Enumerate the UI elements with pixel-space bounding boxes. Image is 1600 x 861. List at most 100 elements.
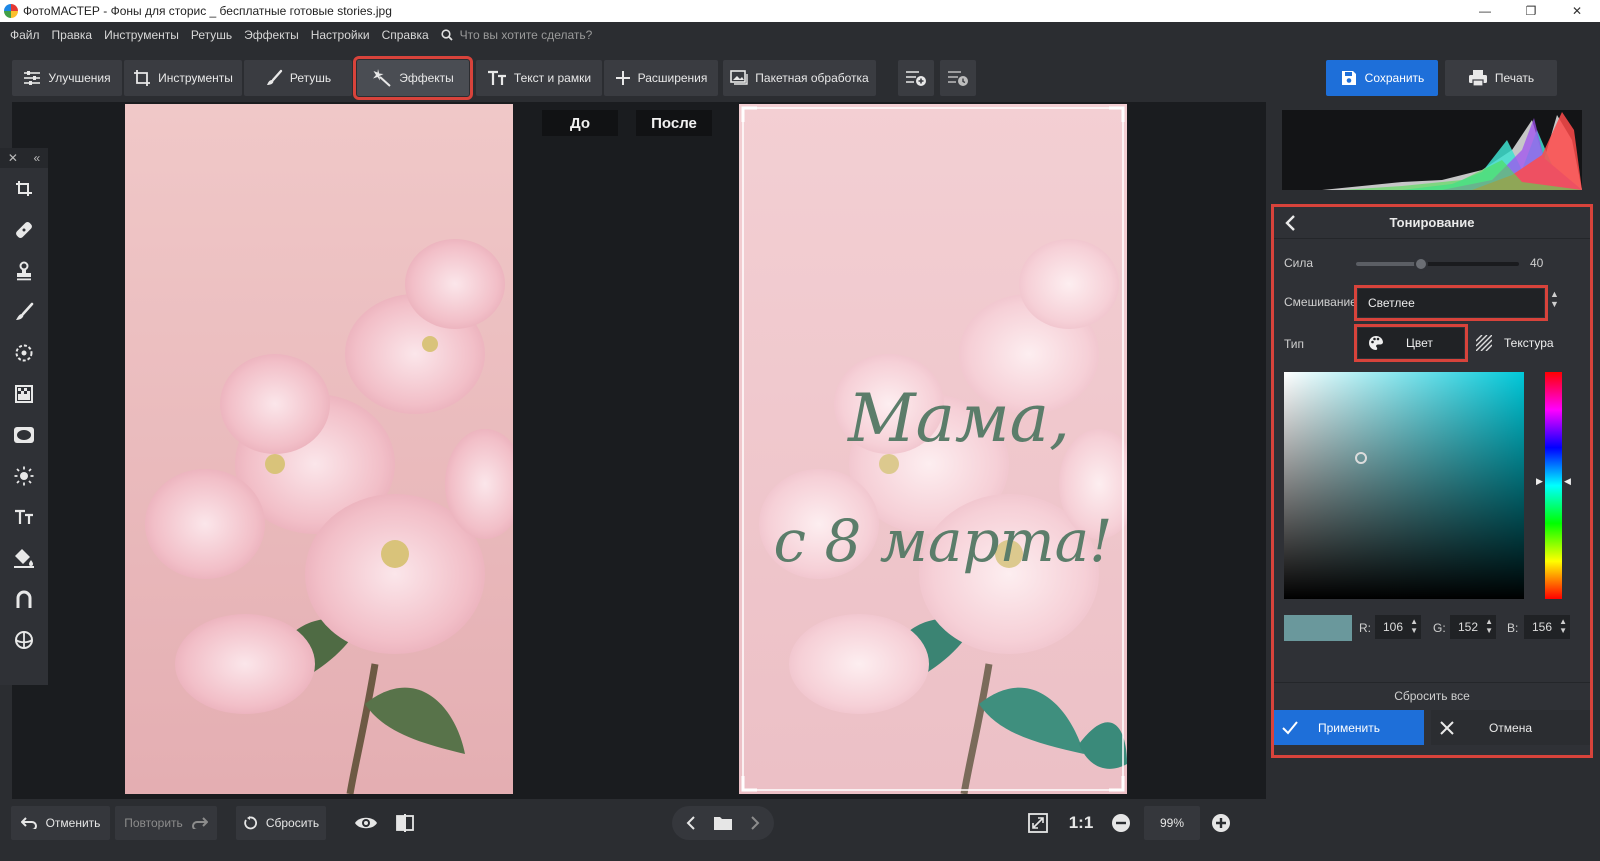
curves-tool-icon[interactable] [0,578,48,619]
eye-icon[interactable] [352,806,380,840]
blend-mode-select[interactable]: Светлее [1354,285,1548,321]
next-image-icon[interactable] [750,816,760,830]
gradient-filter-tool-icon[interactable] [0,373,48,414]
undo-arrow-icon [20,817,37,829]
collapse-strip-icon[interactable]: « [34,151,41,165]
reset-button[interactable]: Сбросить [236,806,326,840]
r-label: R: [1359,621,1371,635]
reset-all-link[interactable]: Сбросить все [1274,689,1590,703]
cancel-label: Отмена [1488,720,1533,735]
strength-slider[interactable] [1356,257,1519,271]
sliders-icon [24,71,41,85]
magic-wand-icon [373,69,391,87]
b-label: B: [1507,621,1519,635]
undo-button[interactable]: Отменить [11,806,110,840]
before-after-compare-icon[interactable] [392,806,418,840]
effects-button[interactable]: Эффекты [353,56,473,100]
previous-image-icon[interactable] [686,816,696,830]
blend-mode-spinner-icon[interactable]: ▲ ▼ [1550,289,1559,309]
bandage-tool-icon[interactable] [0,209,48,250]
hue-slider[interactable] [1545,372,1562,599]
cancel-button[interactable]: Отмена [1431,710,1590,745]
retouch-label: Ретушь [289,71,332,85]
save-button[interactable]: Сохранить [1326,60,1438,96]
menu-effects[interactable]: Эффекты [238,28,305,42]
tools-button[interactable]: Инструменты [124,60,242,96]
zoom-in-icon[interactable] [1208,806,1234,840]
type-texture-button[interactable]: Текстура [1476,328,1554,358]
text-frames-label: Текст и рамки [513,71,592,85]
menu-edit[interactable]: Правка [46,28,99,42]
strength-slider-knob[interactable] [1414,257,1429,271]
batch-processing-label: Пакетная обработка [755,71,869,85]
enhancements-button[interactable]: Улучшения [12,60,122,96]
search-placeholder: Что вы хотите сделать? [459,28,593,42]
minimize-button[interactable]: — [1462,0,1508,22]
toning-header: Тонирование [1274,207,1590,239]
color-picker-cursor[interactable] [1355,452,1367,464]
menu-file[interactable]: Файл [4,28,46,42]
light-tool-icon[interactable] [0,455,48,496]
selected-color-swatch [1284,615,1352,641]
right-panel: Тонирование Сила 40 Смешивание Светлее ▲… [1266,102,1600,799]
texture-icon [1476,335,1492,351]
menu-tools[interactable]: Инструменты [98,28,185,42]
window-controls: — ❐ ✕ [1462,0,1600,22]
redo-button[interactable]: Повторить [115,806,217,840]
close-button[interactable]: ✕ [1554,0,1600,22]
stamp-tool-icon[interactable] [0,250,48,291]
globe-filter-tool-icon[interactable] [0,619,48,660]
floppy-disk-icon [1341,71,1356,85]
add-preset-button[interactable] [898,60,934,96]
r-input[interactable]: 106 ▲ ▼ [1375,615,1421,639]
retouch-button[interactable]: Ретушь [244,60,352,96]
fill-bucket-tool-icon[interactable] [0,537,48,578]
batch-processing-button[interactable]: Пакетная обработка [723,60,876,96]
menu-help[interactable]: Справка [376,28,435,42]
b-spinner-icon[interactable]: ▲ ▼ [1559,617,1567,635]
color-picker-field[interactable] [1284,372,1524,599]
vignette-tool-icon[interactable] [0,414,48,455]
tool-strip-header: ✕ « [0,148,48,168]
after-image: Мама, с 8 марта! [739,104,1127,794]
after-label: После [636,110,712,136]
hue-pointer-left-icon: ▶ [1536,476,1543,486]
save-label: Сохранить [1364,71,1425,85]
preset-history-button[interactable] [940,60,976,96]
fit-to-screen-icon[interactable] [1024,806,1052,840]
r-spinner-icon[interactable]: ▲ ▼ [1410,617,1418,635]
zoom-level-field[interactable]: 99% [1144,806,1200,840]
g-input[interactable]: 152 ▲ ▼ [1450,615,1496,639]
actual-size-button[interactable]: 1:1 [1064,806,1098,840]
before-label: До [542,110,618,136]
extensions-button[interactable]: Расширения [604,60,718,96]
zoom-out-icon[interactable] [1108,806,1134,840]
text-tool-icon[interactable] [0,496,48,537]
print-button[interactable]: Печать [1445,60,1557,96]
brush-tool-icon[interactable] [0,291,48,332]
text-frames-button[interactable]: Текст и рамки [476,60,602,96]
redo-label: Повторить [124,816,183,830]
menu-settings[interactable]: Настройки [305,28,376,42]
back-arrow-icon[interactable] [1284,215,1296,231]
type-color-button[interactable]: Цвет [1354,324,1468,362]
apply-button[interactable]: Применить [1274,710,1424,745]
image-canvas[interactable]: До После Мама, с 8 марта! [12,102,1266,799]
g-spinner-icon[interactable]: ▲ ▼ [1485,617,1493,635]
maximize-button[interactable]: ❐ [1508,0,1554,22]
greeting-line-2: с 8 марта! [773,507,1113,575]
search-icon [441,29,453,41]
cross-icon [1440,721,1454,735]
reset-label: Сбросить [265,816,320,830]
radial-filter-tool-icon[interactable] [0,332,48,373]
command-search[interactable]: Что вы хотите сделать? [441,28,593,42]
close-strip-icon[interactable]: ✕ [8,151,18,165]
b-input[interactable]: 156 ▲ ▼ [1524,615,1570,639]
rotate-crop-tool-icon[interactable] [0,168,48,209]
print-label: Печать [1494,71,1535,85]
menu-retouch[interactable]: Ретушь [185,28,238,42]
sliders-plus-icon [906,71,926,86]
type-color-label: Цвет [1406,336,1433,350]
toning-panel: Тонирование Сила 40 Смешивание Светлее ▲… [1271,204,1593,758]
folder-icon[interactable] [713,815,733,831]
